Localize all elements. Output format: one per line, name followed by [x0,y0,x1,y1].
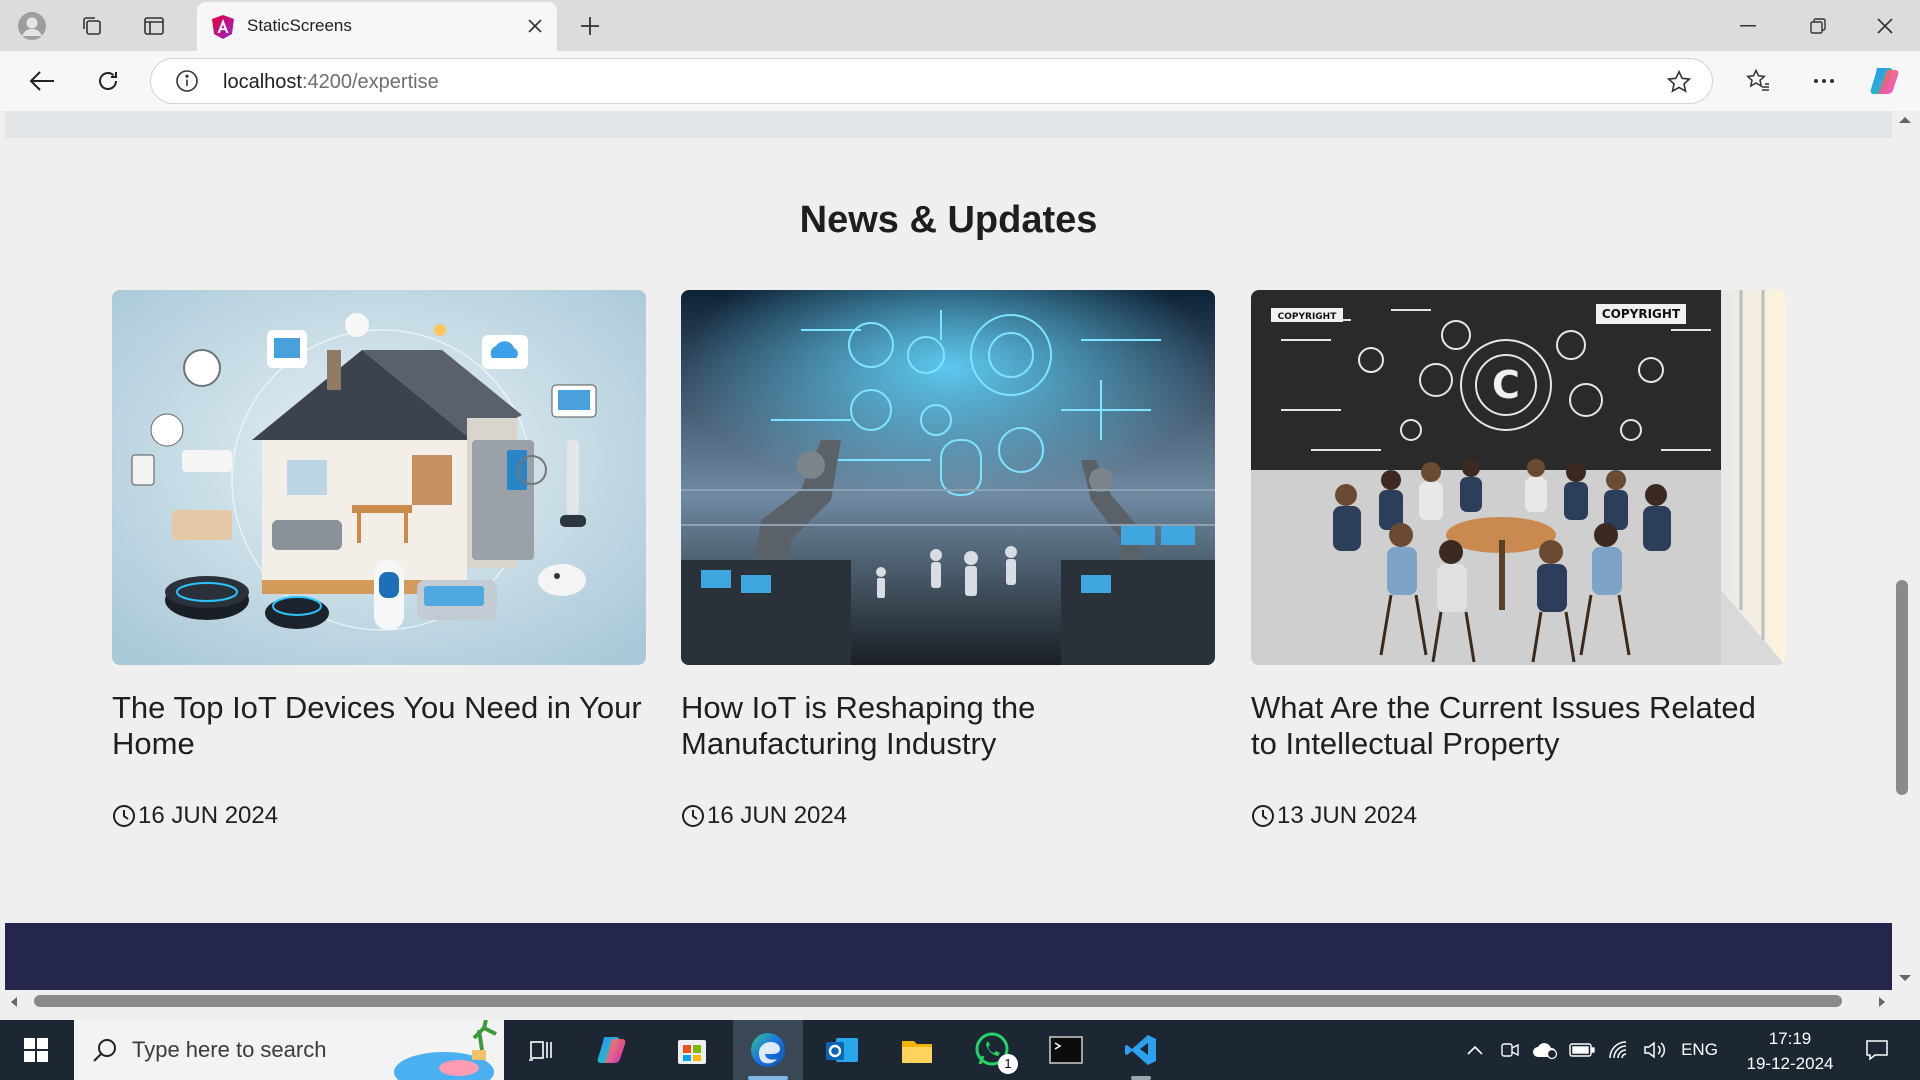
article-title[interactable]: What Are the Current Issues Related to I… [1251,690,1785,770]
outlook-icon[interactable] [807,1020,877,1080]
article-title[interactable]: The Top IoT Devices You Need in Your Hom… [112,690,646,770]
clock-date: 19-12-2024 [1746,1054,1834,1073]
taskbar: Type here to search 1 ENG 17:19 19-12-20… [0,1020,1920,1080]
image-caption: COPYRIGHT [1278,312,1338,322]
url-path: :4200/expertise [301,71,439,93]
favorites-icon[interactable] [1738,61,1778,101]
volume-icon[interactable] [1638,1020,1672,1080]
task-view-icon[interactable] [508,1020,578,1080]
article-title[interactable]: How IoT is Reshaping the Manufacturing I… [681,690,1215,770]
url-text[interactable]: localhost:4200/expertise [223,71,439,94]
microsoft-store-icon[interactable] [657,1020,727,1080]
clock-icon [1251,804,1275,828]
vertical-scrollbar[interactable] [1892,111,1920,990]
browser-tab[interactable]: StaticScreens [197,2,557,51]
search-placeholder: Type here to search [132,1037,327,1062]
article-date: 16 JUN 2024 [681,802,1215,830]
site-info-icon[interactable] [175,69,199,93]
horizontal-scroll-thumb[interactable] [34,995,1842,1007]
article-date-text: 13 JUN 2024 [1277,802,1418,829]
show-hidden-icons-chevron-icon[interactable] [1460,1020,1490,1080]
start-button[interactable] [0,1020,72,1080]
onedrive-icon[interactable] [1528,1020,1562,1080]
angular-logo-icon [211,14,235,40]
scroll-down-arrow-icon[interactable] [1897,973,1913,983]
article-date-text: 16 JUN 2024 [707,802,848,829]
refresh-icon[interactable] [88,61,128,101]
scroll-up-arrow-icon[interactable] [1897,115,1913,125]
article-date-text: 16 JUN 2024 [138,802,279,829]
address-bar[interactable]: localhost:4200/expertise [150,58,1713,104]
notification-center-icon[interactable] [1852,1020,1902,1080]
url-host: localhost [223,71,302,93]
tab-strip: StaticScreens [0,0,1920,51]
profile-avatar-icon[interactable] [12,6,52,46]
clock[interactable]: 17:19 19-12-2024 [1740,1026,1840,1076]
scroll-right-arrow-icon[interactable] [1877,995,1887,1009]
search-icon [92,1037,118,1063]
article-date: 13 JUN 2024 [1251,802,1785,830]
footer-band [5,923,1892,990]
previous-section-band [5,111,1892,138]
news-card[interactable]: How IoT is Reshaping the Manufacturing I… [681,290,1215,830]
page-viewport: News & Updates The Top IoT Devices You N… [5,111,1892,990]
image-caption: COPYRIGHT [1602,307,1681,321]
windows-logo-icon [24,1038,48,1062]
back-arrow-icon[interactable] [22,61,62,101]
copilot-icon[interactable] [1866,61,1906,101]
section-title: News & Updates [799,199,1098,241]
file-explorer-icon[interactable] [882,1020,952,1080]
whatsapp-icon[interactable]: 1 [958,1020,1028,1080]
language-indicator[interactable]: ENG [1677,1020,1722,1080]
smart-home-image[interactable] [112,290,646,665]
article-date: 16 JUN 2024 [112,802,646,830]
battery-icon[interactable] [1565,1020,1599,1080]
vertical-tabs-icon[interactable] [134,6,174,46]
vscode-icon[interactable] [1106,1020,1176,1080]
open-app-indicator [1131,1076,1151,1080]
restore-icon[interactable] [1783,0,1853,51]
vertical-scroll-thumb[interactable] [1896,580,1908,795]
factory-robots-image[interactable] [681,290,1215,665]
favorite-star-icon[interactable] [1666,69,1692,95]
close-tab-icon[interactable] [519,10,551,42]
workspaces-icon[interactable] [72,6,112,46]
search-highlight-illustration [384,1020,504,1080]
wifi-icon[interactable] [1602,1020,1636,1080]
clock-icon [112,804,136,828]
notification-badge: 1 [998,1054,1018,1074]
more-options-icon[interactable] [1804,61,1844,101]
taskbar-search[interactable]: Type here to search [74,1020,504,1080]
news-card[interactable]: C COPYRIGHT COPYRIGHT What Are the Curre… [1251,290,1785,830]
clock-icon [681,804,705,828]
clock-time: 17:19 [1768,1029,1812,1048]
tab-title: StaticScreens [247,16,352,35]
terminal-icon[interactable] [1031,1020,1101,1080]
copyright-meeting-image[interactable]: C COPYRIGHT COPYRIGHT [1251,290,1785,665]
svg-text:C: C [1492,363,1520,407]
new-tab-icon[interactable] [570,6,610,46]
minimize-icon[interactable] [1713,0,1783,51]
meet-now-icon[interactable] [1495,1020,1525,1080]
browser-toolbar: localhost:4200/expertise [0,51,1920,111]
scroll-left-arrow-icon[interactable] [9,995,19,1009]
edge-taskbar-icon[interactable] [733,1020,803,1080]
news-card[interactable]: The Top IoT Devices You Need in Your Hom… [112,290,646,830]
copilot-taskbar-icon[interactable] [578,1020,648,1080]
close-window-icon[interactable] [1850,0,1920,51]
active-app-indicator [748,1076,788,1080]
